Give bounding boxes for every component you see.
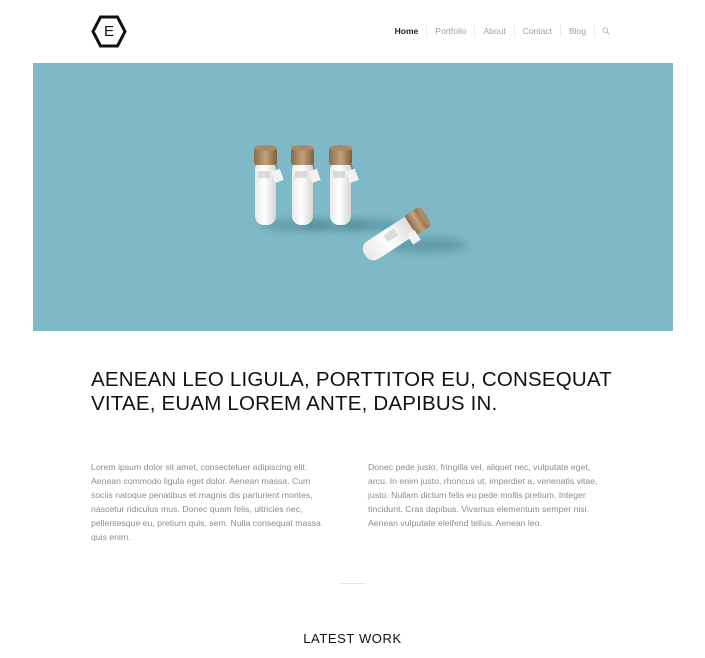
nav-item-blog[interactable]: Blog [561, 24, 594, 38]
hero-banner [33, 63, 673, 331]
main-nav: Home Portfolio About Contact Blog [387, 24, 614, 38]
nav-item-home[interactable]: Home [387, 24, 427, 38]
latest-work-heading: LATEST WORK [303, 631, 402, 646]
text-column-right: Donec pede justo, fringilla vel, aliquet… [368, 462, 598, 528]
search-button[interactable] [595, 24, 614, 38]
bottle [329, 145, 359, 225]
search-icon [602, 27, 610, 35]
site-header: E Home Portfolio About Contact Blog [0, 0, 705, 63]
bottles-image [254, 145, 467, 261]
section-divider [339, 583, 366, 584]
logo-letter: E [103, 23, 114, 40]
page-headline: AENEAN LEO LIGULA, PORTTITOR EU, CONSEQU… [91, 368, 612, 415]
bottle [291, 145, 321, 225]
nav-item-portfolio[interactable]: Portfolio [427, 24, 474, 38]
nav-item-contact[interactable]: Contact [515, 24, 560, 38]
nav-item-about[interactable]: About [475, 24, 513, 38]
site-logo[interactable]: E [91, 15, 127, 48]
text-column-left: Lorem ipsum dolor sit amet, consectetuer… [91, 462, 321, 542]
bottle [254, 145, 284, 225]
